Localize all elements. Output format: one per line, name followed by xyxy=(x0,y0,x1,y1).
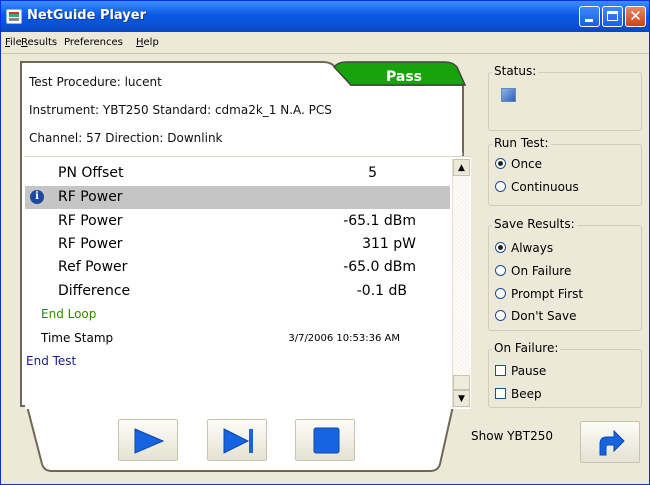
radio-unchecked-icon xyxy=(495,181,506,192)
close-button[interactable]: ✕ xyxy=(625,6,646,27)
radio-always[interactable]: Always xyxy=(495,241,553,255)
save-results-group: Save Results: Always On Failure Prompt F… xyxy=(488,217,642,331)
menu-separator xyxy=(1,53,649,54)
run-test-title: Run Test: xyxy=(492,136,551,150)
scroll-up-button[interactable]: ▲ xyxy=(453,159,470,176)
checkbox-pause[interactable]: Pause xyxy=(495,364,546,378)
radio-unchecked-icon xyxy=(495,288,506,299)
close-icon: ✕ xyxy=(629,7,642,25)
results-list[interactable]: PN Offset 5 i RF Power RF Power -65.1 dB… xyxy=(25,156,471,409)
step-button[interactable] xyxy=(207,419,267,461)
step-forward-icon xyxy=(223,428,253,454)
maximize-icon xyxy=(607,11,618,21)
list-item[interactable]: RF Power 311 pW xyxy=(25,233,450,256)
minimize-icon xyxy=(585,19,593,22)
app-icon xyxy=(6,9,22,24)
checkbox-icon xyxy=(495,388,506,399)
stop-button[interactable] xyxy=(295,419,355,461)
on-failure-group: On Failure: Pause Beep xyxy=(488,341,642,408)
window-title: NetGuide Player xyxy=(27,8,146,23)
radio-checked-icon xyxy=(495,242,506,253)
radio-prompt-first[interactable]: Prompt First xyxy=(495,287,583,301)
checkbox-beep[interactable]: Beep xyxy=(495,387,542,401)
list-item[interactable]: Time Stamp 3/7/2006 10:53:36 AM xyxy=(25,328,450,351)
info-icon: i xyxy=(30,190,44,204)
instrument-label: Instrument: YBT250 Standard: cdma2k_1 N.… xyxy=(29,103,332,117)
status-group: Status: xyxy=(488,64,642,131)
results-scrollbar[interactable]: ▲ ▼ xyxy=(452,159,470,408)
channel-label: Channel: 57 Direction: Downlink xyxy=(29,131,223,145)
status-indicator xyxy=(501,88,516,102)
show-ybt250-button[interactable] xyxy=(580,421,640,463)
scroll-down-button[interactable]: ▼ xyxy=(453,390,470,407)
stop-icon xyxy=(313,427,340,454)
list-item[interactable]: End Test xyxy=(25,351,450,374)
radio-continuous[interactable]: Continuous xyxy=(495,180,579,194)
run-test-group: Run Test: Once Continuous xyxy=(488,136,642,206)
status-title: Status: xyxy=(492,64,539,78)
radio-on-failure[interactable]: On Failure xyxy=(495,264,571,278)
list-item[interactable]: Difference -0.1 dB xyxy=(25,280,450,303)
test-procedure-label: Test Procedure: lucent xyxy=(29,75,162,89)
checkbox-icon xyxy=(495,365,506,376)
list-item[interactable]: End Loop xyxy=(25,304,450,327)
radio-once[interactable]: Once xyxy=(495,157,542,171)
radio-dont-save[interactable]: Don't Save xyxy=(495,309,576,323)
menu-file[interactable]: File xyxy=(5,37,22,48)
save-results-title: Save Results: xyxy=(492,217,577,231)
radio-unchecked-icon xyxy=(495,310,506,321)
scroll-thumb[interactable] xyxy=(453,375,470,390)
list-item-selected[interactable]: i RF Power xyxy=(25,186,450,209)
redirect-arrow-icon xyxy=(599,429,625,456)
maximize-button[interactable] xyxy=(602,6,623,27)
title-bar: NetGuide Player ✕ xyxy=(1,1,649,32)
pass-badge: Pass xyxy=(386,69,422,85)
menu-bar: File Results Preferences Help xyxy=(1,32,649,53)
menu-results[interactable]: Results xyxy=(21,37,57,48)
list-item[interactable]: RF Power -65.1 dBm xyxy=(25,210,450,233)
menu-help[interactable]: Help xyxy=(136,37,159,48)
show-ybt250-label: Show YBT250 xyxy=(471,429,553,443)
app-window: NetGuide Player ✕ File Results Preferenc… xyxy=(0,0,650,485)
list-item[interactable]: Ref Power -65.0 dBm xyxy=(25,256,450,279)
list-item[interactable]: PN Offset 5 xyxy=(25,162,450,185)
radio-unchecked-icon xyxy=(495,265,506,276)
play-button[interactable] xyxy=(118,419,178,461)
radio-checked-icon xyxy=(495,158,506,169)
on-failure-title: On Failure: xyxy=(492,341,561,355)
menu-preferences[interactable]: Preferences xyxy=(64,37,123,48)
minimize-button[interactable] xyxy=(579,6,600,27)
play-icon xyxy=(134,428,165,454)
